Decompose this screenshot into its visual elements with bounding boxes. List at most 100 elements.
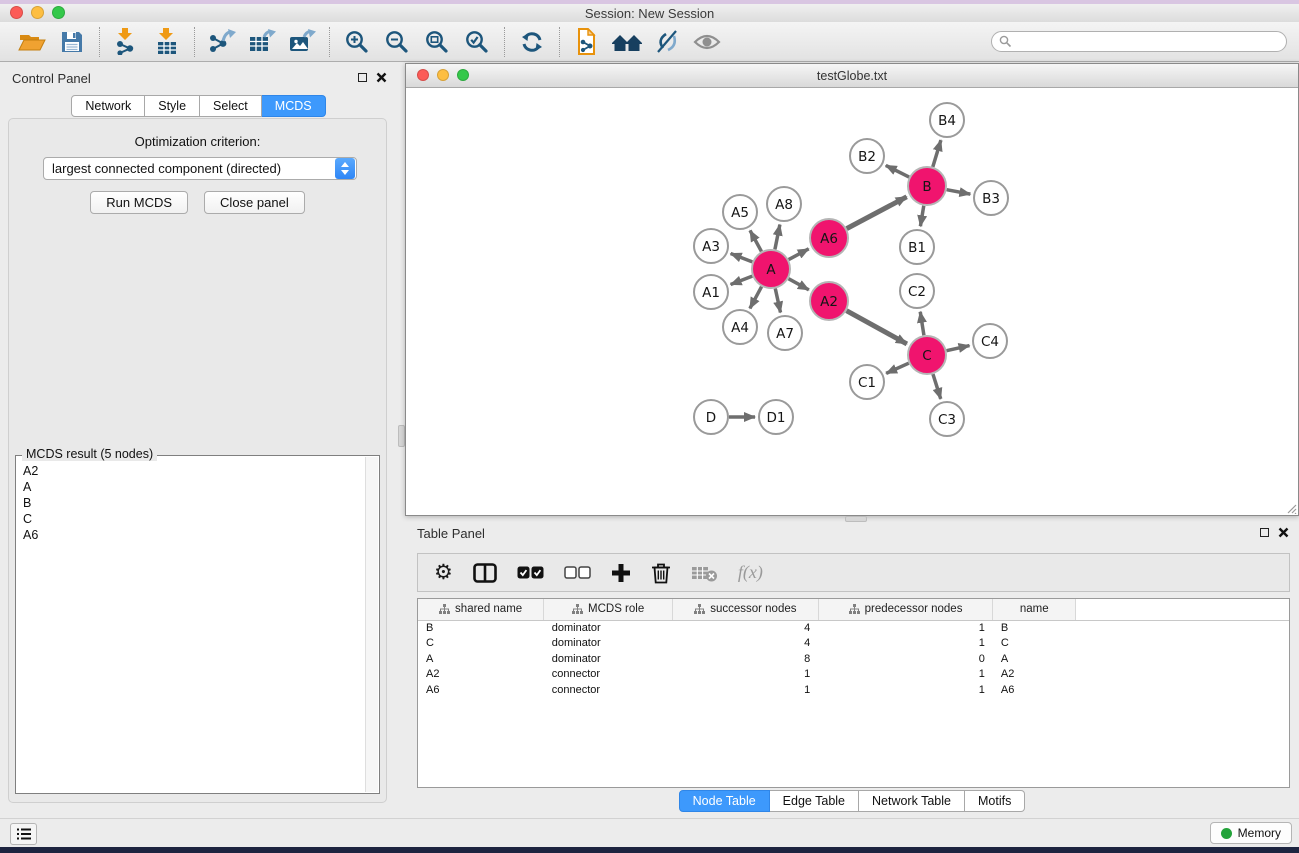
graph-node-C[interactable]: C — [908, 336, 946, 374]
visual-mapping-icon[interactable] — [647, 25, 687, 59]
table-cell[interactable]: B — [993, 620, 1076, 636]
zoom-selected-icon[interactable] — [457, 25, 497, 59]
zoom-in-icon[interactable] — [337, 25, 377, 59]
table-cell[interactable]: A2 — [418, 667, 544, 683]
table-cell[interactable]: dominator — [544, 620, 673, 636]
open-file-icon[interactable] — [12, 25, 52, 59]
table-cell[interactable]: dominator — [544, 636, 673, 652]
table-cell[interactable]: A6 — [418, 682, 544, 698]
table-cell[interactable]: A — [418, 651, 544, 667]
column-header-mcds-role[interactable]: MCDS role — [544, 599, 673, 620]
graph-node-C3[interactable]: C3 — [930, 402, 964, 436]
table-cell[interactable]: C — [418, 636, 544, 652]
graph-edge-B-B4[interactable] — [933, 140, 941, 167]
task-history-button[interactable] — [10, 823, 37, 845]
vertical-splitter-handle[interactable] — [398, 425, 405, 447]
table-cell[interactable]: connector — [544, 682, 673, 698]
tab-node-table[interactable]: Node Table — [679, 790, 770, 812]
graph-edge-A-A4[interactable] — [750, 287, 762, 309]
graph-edge-C-C4[interactable] — [947, 346, 970, 351]
graph-edge-C-C3[interactable] — [933, 374, 941, 399]
table-row[interactable]: Cdominator41C — [418, 636, 1289, 652]
mcds-result-item[interactable]: A — [23, 479, 358, 495]
table-cell[interactable]: 8 — [673, 651, 819, 667]
table-cell[interactable]: A2 — [993, 667, 1076, 683]
close-panel-icon[interactable] — [376, 72, 387, 83]
delete-table-icon[interactable] — [691, 564, 718, 582]
search-input[interactable] — [1012, 35, 1279, 49]
graph-node-B1[interactable]: B1 — [900, 230, 934, 264]
import-table-icon[interactable] — [147, 25, 187, 59]
table-row[interactable]: A6connector11A6 — [418, 682, 1289, 698]
graph-node-B3[interactable]: B3 — [974, 181, 1008, 215]
float-table-panel-icon[interactable] — [1260, 528, 1269, 537]
memory-button[interactable]: Memory — [1210, 822, 1292, 844]
graph-edge-B-B1[interactable] — [920, 206, 923, 227]
graph-edge-A-A5[interactable] — [750, 230, 761, 251]
graph-edge-A2-C[interactable] — [847, 311, 907, 344]
scrollbar[interactable] — [365, 457, 378, 792]
graph-node-A5[interactable]: A5 — [723, 195, 757, 229]
column-header-predecessor-nodes[interactable]: predecessor nodes — [818, 599, 993, 620]
network-canvas[interactable]: B4B2BB3A8A5A6A3B1AC2A1A2A4A7C4CC1DD1C3 — [406, 88, 1298, 515]
search-field[interactable] — [991, 31, 1287, 52]
graph-node-A6[interactable]: A6 — [810, 219, 848, 257]
graph-node-A8[interactable]: A8 — [767, 187, 801, 221]
graph-node-C2[interactable]: C2 — [900, 274, 934, 308]
mcds-result-item[interactable]: C — [23, 511, 358, 527]
tab-edge-table[interactable]: Edge Table — [770, 790, 859, 812]
export-network-icon[interactable] — [202, 25, 242, 59]
tab-style[interactable]: Style — [145, 95, 200, 117]
zoom-out-icon[interactable] — [377, 25, 417, 59]
graph-node-A7[interactable]: A7 — [768, 316, 802, 350]
zoom-fit-icon[interactable] — [417, 25, 457, 59]
table-row[interactable]: Bdominator41B — [418, 620, 1289, 636]
table-cell[interactable]: 1 — [818, 636, 993, 652]
select-all-icon[interactable] — [517, 566, 544, 579]
close-table-panel-icon[interactable] — [1278, 527, 1289, 538]
zoom-window-icon[interactable] — [52, 6, 65, 19]
graph-node-A4[interactable]: A4 — [723, 310, 757, 344]
export-image-icon[interactable] — [282, 25, 322, 59]
table-cell[interactable]: 1 — [673, 667, 819, 683]
graph-edge-C-C2[interactable] — [920, 312, 924, 335]
run-mcds-button[interactable]: Run MCDS — [90, 191, 188, 214]
table-cell[interactable]: 1 — [818, 667, 993, 683]
graph-node-B2[interactable]: B2 — [850, 139, 884, 173]
table-cell[interactable]: A6 — [993, 682, 1076, 698]
graph-node-C1[interactable]: C1 — [850, 365, 884, 399]
close-panel-button[interactable]: Close panel — [204, 191, 305, 214]
column-header-name[interactable]: name — [993, 599, 1076, 620]
save-session-icon[interactable] — [52, 25, 92, 59]
resize-grip-icon[interactable] — [1285, 502, 1297, 514]
close-window-icon[interactable] — [10, 6, 23, 19]
tab-network[interactable]: Network — [71, 95, 145, 117]
tab-network-table[interactable]: Network Table — [859, 790, 965, 812]
gear-icon[interactable]: ⚙ — [434, 562, 453, 583]
table-cell[interactable]: C — [993, 636, 1076, 652]
mcds-result-item[interactable]: A6 — [23, 527, 358, 543]
tab-mcds[interactable]: MCDS — [262, 95, 326, 117]
graph-edge-A-A8[interactable] — [775, 225, 780, 250]
table-row[interactable]: Adominator80A — [418, 651, 1289, 667]
graph-edge-C-C1[interactable] — [886, 363, 909, 373]
export-table-icon[interactable] — [242, 25, 282, 59]
graph-node-A2[interactable]: A2 — [810, 282, 848, 320]
table-cell[interactable]: B — [418, 620, 544, 636]
graph-edge-B-B2[interactable] — [886, 165, 909, 177]
table-cell[interactable]: 0 — [818, 651, 993, 667]
table-cell[interactable]: 4 — [673, 620, 819, 636]
show-hide-icon[interactable] — [687, 25, 727, 59]
cybrowser-home-icon[interactable] — [607, 25, 647, 59]
table-cell[interactable]: 1 — [818, 620, 993, 636]
table-cell[interactable]: 4 — [673, 636, 819, 652]
minimize-network-icon[interactable] — [437, 69, 449, 81]
network-window-titlebar[interactable]: testGlobe.txt — [406, 64, 1298, 88]
tab-motifs[interactable]: Motifs — [965, 790, 1025, 812]
graph-node-A[interactable]: A — [752, 250, 790, 288]
graph-edge-A-A3[interactable] — [731, 254, 753, 262]
column-header-successor-nodes[interactable]: successor nodes — [673, 599, 819, 620]
graph-node-D1[interactable]: D1 — [759, 400, 793, 434]
deselect-all-icon[interactable] — [564, 566, 591, 579]
graph-edge-B-B3[interactable] — [947, 190, 971, 194]
